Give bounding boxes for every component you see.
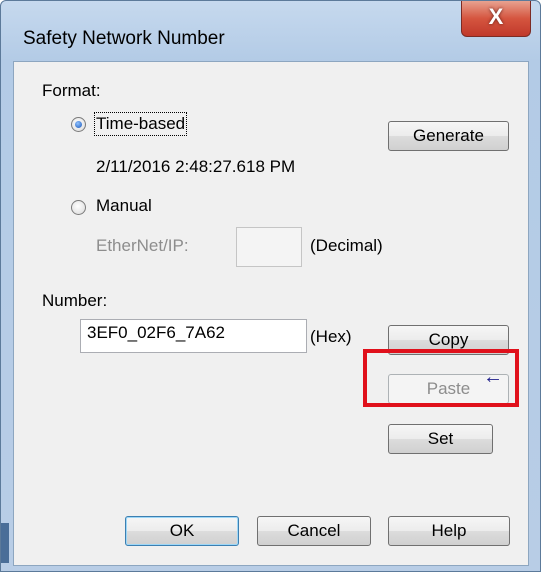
decimal-suffix: (Decimal): [310, 236, 383, 255]
generate-button-label: Generate: [413, 126, 484, 145]
window-edge: [1, 523, 9, 563]
dialog-body: Format: Time-based Generate 2/11/2016 2:…: [13, 61, 529, 566]
generate-button[interactable]: Generate: [388, 121, 509, 151]
ethernet-ip-input[interactable]: [236, 227, 302, 267]
set-button-label: Set: [427, 429, 454, 448]
title-bar[interactable]: Safety Network Number X: [1, 1, 540, 61]
format-label: Format:: [42, 81, 101, 100]
close-icon: X: [488, 4, 504, 29]
ok-button[interactable]: OK: [125, 516, 239, 546]
ethernet-ip-label: EtherNet/IP:: [96, 236, 189, 255]
dialog-window: Safety Network Number X Format: Time-bas…: [0, 0, 541, 572]
number-input[interactable]: 3EF0_02F6_7A62: [80, 319, 307, 353]
set-button[interactable]: Set: [388, 424, 493, 454]
time-based-radio[interactable]: [71, 117, 86, 132]
copy-button-label: Copy: [428, 330, 469, 349]
time-based-label[interactable]: Time-based: [93, 112, 188, 136]
dialog-title: Safety Network Number: [23, 28, 225, 49]
close-button[interactable]: X: [461, 1, 531, 37]
number-label: Number:: [42, 291, 108, 310]
help-button[interactable]: Help: [388, 516, 510, 546]
set-button-highlight: ←: [363, 349, 519, 407]
left-arrow-icon: ←: [483, 366, 503, 388]
manual-radio[interactable]: [71, 200, 86, 215]
cancel-button-label: Cancel: [287, 521, 341, 540]
hex-suffix: (Hex): [310, 327, 352, 346]
manual-label[interactable]: Manual: [96, 196, 152, 216]
cancel-button[interactable]: Cancel: [257, 516, 371, 546]
help-button-label: Help: [431, 521, 467, 540]
time-based-value: 2/11/2016 2:48:27.618 PM: [96, 157, 296, 176]
ok-button-label: OK: [169, 521, 195, 540]
